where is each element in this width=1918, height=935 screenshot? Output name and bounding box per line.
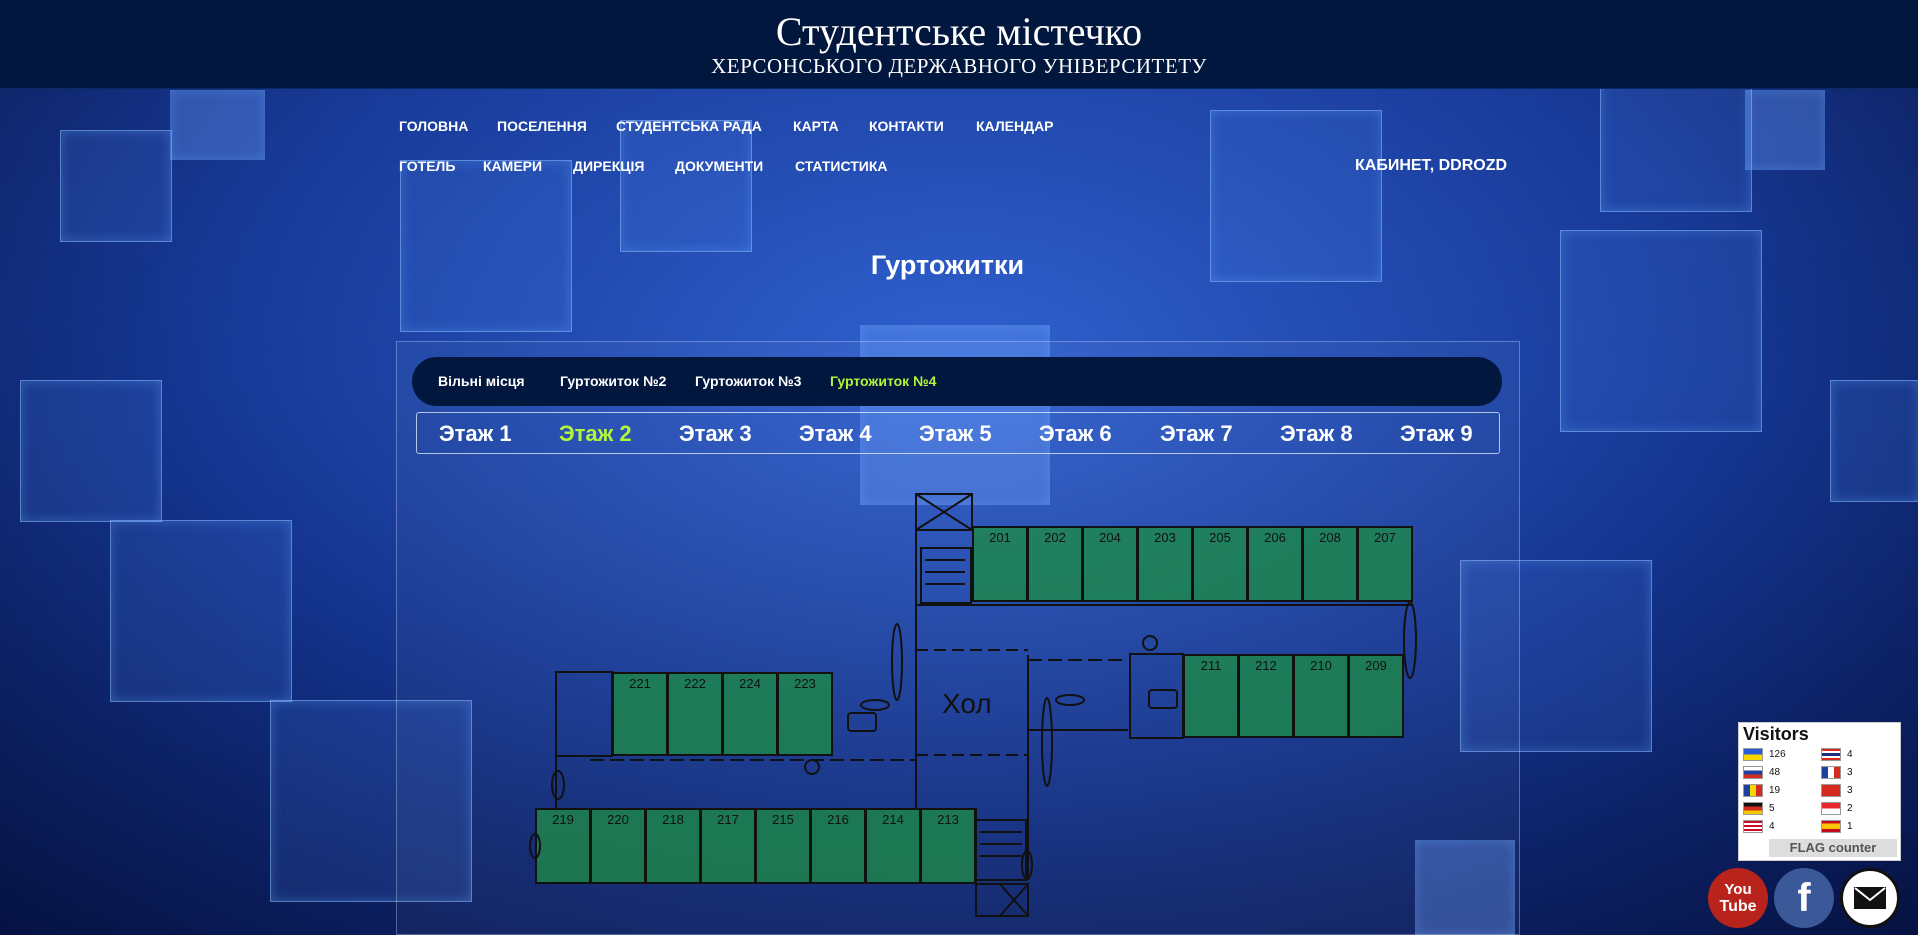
visitor-row: 3 [1821,766,1853,779]
flag-counter-logo: FLAG counter [1769,839,1897,857]
flag-es-icon [1821,820,1841,833]
flag-fr-icon [1821,766,1841,779]
visitor-row: 5 [1743,802,1775,815]
flag-ua-icon [1743,748,1763,761]
hall-label: Хол [942,688,992,719]
flag-tr-icon [1821,784,1841,797]
flag-ro-icon [1743,784,1763,797]
visitor-row: 1 [1821,820,1853,833]
visitor-row: 48 [1743,766,1780,779]
visitor-row: 19 [1743,784,1780,797]
flag-sg-icon [1821,802,1841,815]
visitor-row: 4 [1821,748,1853,761]
youtube-button[interactable]: You Tube [1708,868,1768,928]
flag-ru-icon [1743,766,1763,779]
facebook-button[interactable]: f [1774,868,1834,928]
flag-us-icon [1743,820,1763,833]
youtube-icon: You Tube [1719,881,1757,915]
visitor-row: 126 [1743,748,1786,761]
envelope-icon [1854,887,1886,909]
flag-th-icon [1821,748,1841,761]
flag-de-icon [1743,802,1763,815]
email-button[interactable] [1840,868,1900,928]
facebook-icon: f [1797,875,1811,920]
visitors-widget[interactable]: Visitors 126 48 19 5 4 4 3 3 2 1 FLAG co… [1738,722,1901,861]
visitor-row: 3 [1821,784,1853,797]
visitors-title: Visitors [1743,724,1809,744]
visitor-row: 4 [1743,820,1775,833]
visitor-row: 2 [1821,802,1853,815]
floor-plan-walls [529,493,1417,917]
